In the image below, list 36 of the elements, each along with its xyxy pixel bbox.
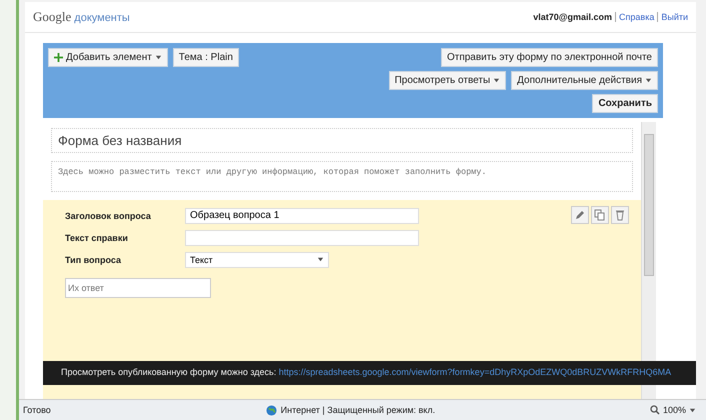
caret-icon xyxy=(689,406,696,414)
globe-icon xyxy=(266,404,277,416)
plus-icon xyxy=(54,53,63,62)
theme-button[interactable]: Тема : Plain xyxy=(172,48,239,67)
text-field[interactable]: Образец вопроса 1 xyxy=(185,208,419,224)
field-label: Тип вопроса xyxy=(65,254,122,265)
security-zone: Интернет | Защищенный режим: вкл. xyxy=(266,404,436,416)
form-description-field[interactable]: Здесь можно разместить текст или другую информацию, которая поможет заполнить форму. xyxy=(51,161,633,192)
zoom-level[interactable]: 100% xyxy=(662,405,686,415)
text-field[interactable] xyxy=(185,230,419,246)
caret-icon xyxy=(154,54,162,61)
caret-icon xyxy=(645,77,652,84)
notice-text: Просмотреть опубликованную форму можно здесь: https://spreadsheets.google.com/viewform?formkey=dDhyRXpOdEZWQ0dBRUZVWkRFRHQ6MA xyxy=(61,366,672,379)
caret-icon xyxy=(493,77,500,84)
logo-product: документы xyxy=(74,12,130,24)
save-button[interactable]: Сохранить xyxy=(592,94,658,113)
trash-icon[interactable] xyxy=(611,206,629,224)
header-link[interactable]: Выйти xyxy=(657,12,688,22)
form-link[interactable]: https://spreadsheets.google.com/viewform?formkey=dDhyRXpOdEZWQ0dBRUZVWkRFRHQ6MA xyxy=(278,367,672,377)
pencil-icon[interactable] xyxy=(571,206,589,224)
form-title-field[interactable]: Форма без названия xyxy=(51,128,633,153)
status-text: Готово xyxy=(23,405,51,415)
email-form-button[interactable]: Отправить эту форму по электронной почте xyxy=(440,48,658,67)
question-type-dropdown[interactable]: Текст xyxy=(185,252,329,268)
header-link[interactable]: Справка xyxy=(615,12,654,22)
copy-icon[interactable] xyxy=(591,206,609,224)
logo-brand: Google xyxy=(33,9,72,24)
answer-field[interactable]: Их ответ xyxy=(65,278,211,298)
field-label: Заголовок вопроса xyxy=(65,210,152,221)
add-item-button[interactable]: Добавить элемент xyxy=(48,48,168,67)
caret-icon xyxy=(317,256,324,264)
more-actions-button[interactable]: Дополнительные действия xyxy=(511,71,658,90)
field-label: Текст справки xyxy=(65,232,129,243)
view-responses-button[interactable]: Просмотреть ответы xyxy=(388,71,506,90)
user-email: vlat70@gmail.com xyxy=(533,12,612,22)
magnifier-icon xyxy=(650,405,660,415)
